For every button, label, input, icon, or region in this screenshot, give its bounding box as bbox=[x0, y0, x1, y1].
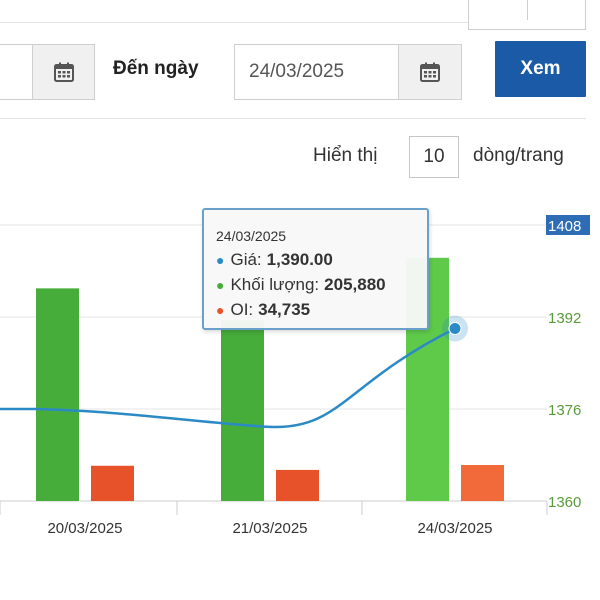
x-axis-tick-label: 24/03/2025 bbox=[417, 520, 492, 537]
oi-dot-icon: ● bbox=[216, 302, 225, 318]
tooltip-price-label: Giá: bbox=[230, 250, 262, 269]
chart-tooltip: 24/03/2025 ● Giá: 1,390.00 ● Khối lượng:… bbox=[202, 208, 429, 330]
tooltip-oi-label: OI: bbox=[230, 300, 254, 319]
oi-bar bbox=[461, 465, 504, 501]
volume-bar bbox=[221, 320, 264, 501]
tooltip-price-row: ● Giá: 1,390.00 bbox=[216, 250, 333, 270]
x-axis-tick-label: 20/03/2025 bbox=[47, 520, 122, 537]
oi-bar bbox=[276, 469, 319, 501]
tooltip-date: 24/03/2025 bbox=[216, 228, 287, 244]
price-dot-icon: ● bbox=[216, 252, 225, 268]
tooltip-volume-row: ● Khối lượng: 205,880 bbox=[216, 275, 386, 295]
y-axis-tick-label: 1408 bbox=[548, 218, 581, 235]
tooltip-oi-value: 34,735 bbox=[258, 300, 311, 319]
oi-bar bbox=[91, 465, 134, 501]
volume-dot-icon: ● bbox=[216, 277, 225, 293]
tooltip-volume-label: Khối lượng: bbox=[230, 275, 320, 294]
y-axis-tick-label: 1376 bbox=[548, 402, 581, 419]
volume-bar bbox=[36, 288, 79, 501]
price-marker bbox=[448, 322, 462, 335]
tooltip-oi-row: ● OI: 34,735 bbox=[216, 300, 310, 320]
tooltip-volume-value: 205,880 bbox=[324, 275, 386, 294]
y-axis-tick-label: 1392 bbox=[548, 310, 581, 327]
x-axis-tick-label: 21/03/2025 bbox=[232, 520, 307, 537]
y-axis-tick-label: 1360 bbox=[548, 494, 581, 511]
tooltip-price-value: 1,390.00 bbox=[266, 250, 333, 269]
